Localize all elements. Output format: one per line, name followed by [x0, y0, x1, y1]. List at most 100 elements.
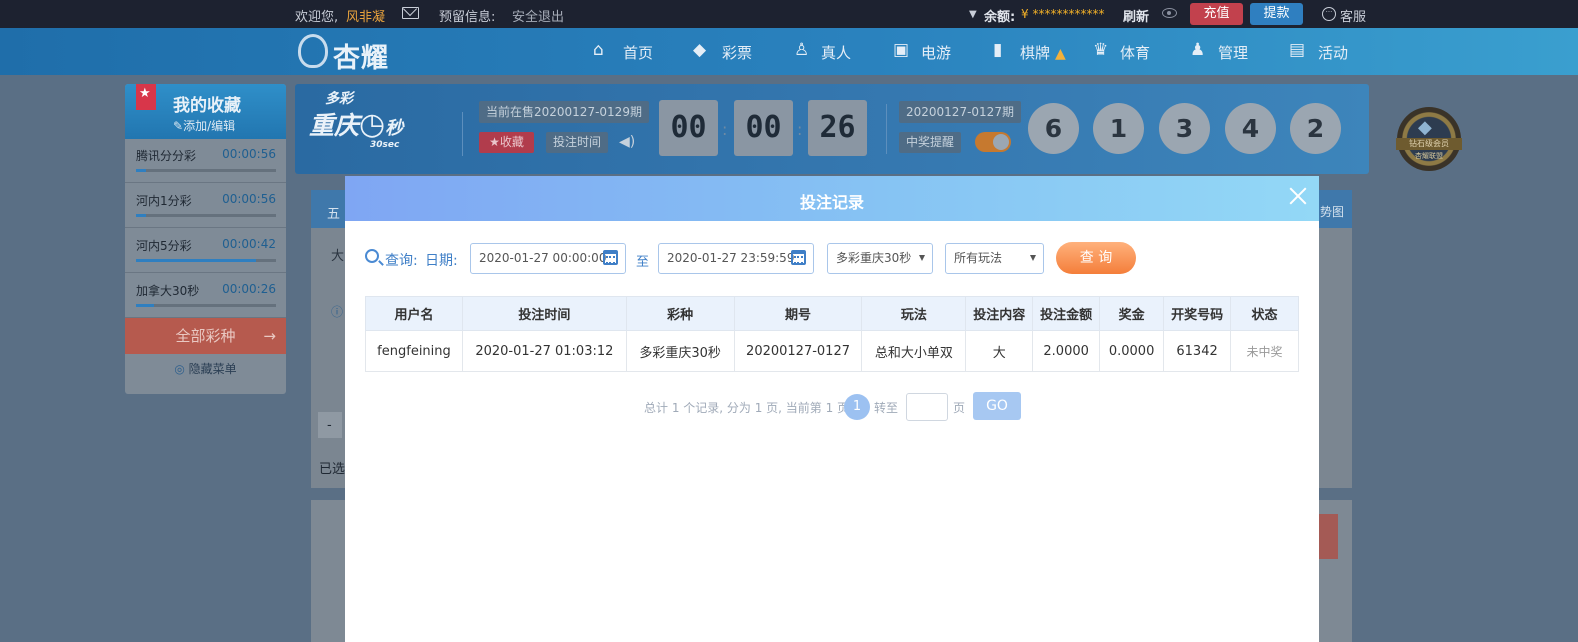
lottery-type-select[interactable]: 多彩重庆30秒: [827, 243, 933, 274]
recharge-button[interactable]: 充值: [1190, 3, 1243, 25]
chevron-down-icon[interactable]: ▼: [969, 9, 977, 20]
nav-item-sports[interactable]: 体育: [1120, 42, 1150, 63]
search-icon: [365, 249, 379, 263]
mail-icon[interactable]: [402, 7, 419, 19]
modal-title: 投注记录: [799, 193, 864, 212]
vip-badge[interactable]: ◆ 钻石级会员 杏耀联盟: [1392, 107, 1466, 175]
result-ball: 4: [1225, 103, 1276, 154]
calendar-icon[interactable]: [603, 250, 618, 265]
speaker-icon[interactable]: ◀): [619, 134, 635, 150]
nav-item-live[interactable]: 真人: [821, 42, 851, 63]
favorite-item[interactable]: 腾讯分分彩 00:00:56: [125, 139, 286, 183]
star-icon: ★: [489, 135, 500, 149]
gift-icon: ▤: [1289, 40, 1306, 60]
withdraw-button[interactable]: 提款: [1250, 3, 1303, 25]
favorite-item-progress: [136, 169, 276, 172]
selected-label: 已选: [319, 462, 346, 477]
table-header-row: 用户名 投注时间 彩种 期号 玩法 投注内容 投注金额 奖金 开奖号码 状态: [365, 296, 1299, 331]
favorite-item[interactable]: 加拿大30秒 00:00:26: [125, 274, 286, 318]
favorites-edit-link[interactable]: ✎添加/编辑: [173, 117, 235, 134]
current-issue: 当前在售20200127-0129期: [479, 101, 649, 123]
favorite-item-time: 00:00:42: [222, 237, 276, 251]
home-icon: ⌂: [593, 40, 604, 60]
lottery-type-value: 多彩重庆30秒: [836, 251, 912, 265]
chat-icon[interactable]: ···: [1322, 7, 1336, 21]
hide-menu-button[interactable]: ◎ 隐藏菜单: [125, 360, 286, 377]
eye-slash-icon: ◎: [174, 362, 185, 376]
collect-button[interactable]: ★收藏: [479, 132, 534, 153]
go-button[interactable]: GO: [973, 392, 1021, 420]
win-remind-label: 中奖提醒: [899, 132, 961, 153]
caret-down-icon: [919, 255, 925, 261]
vip-badge-subtitle: 杏耀联盟: [1415, 152, 1443, 160]
divider: [886, 104, 887, 154]
last-issue: 20200127-0127期: [899, 101, 1021, 123]
lottery-logo-sub: 多彩: [325, 91, 353, 107]
lottery-icon: ◆: [693, 40, 707, 60]
balance-value: ¥ ************: [1021, 7, 1105, 21]
nav-item-manage[interactable]: 管理: [1218, 42, 1248, 63]
page-number-current[interactable]: 1: [844, 394, 870, 420]
favorite-item[interactable]: 河内5分彩 00:00:42: [125, 229, 286, 273]
close-icon[interactable]: [1287, 185, 1309, 207]
lottery-header: 多彩 重庆◷秒 30sec 当前在售20200127-0129期 ★收藏 投注时…: [295, 84, 1369, 174]
lottery-logo-sec: 30sec: [370, 140, 400, 150]
colon-separator: :: [722, 120, 728, 139]
bet-time-button[interactable]: 投注时间: [546, 132, 608, 153]
query-button[interactable]: 查 询: [1056, 242, 1136, 274]
username-link[interactable]: 风非凝: [346, 6, 385, 25]
all-lotteries-button[interactable]: 全部彩种 →: [125, 318, 286, 354]
nav-item-slots[interactable]: 电游: [921, 42, 951, 63]
live-dealer-icon: ♙: [794, 40, 810, 60]
trend-chart-link[interactable]: 势图: [1320, 203, 1344, 220]
column-header: 玩法: [861, 296, 967, 331]
result-ball: 2: [1290, 103, 1341, 154]
date-label: 日期:: [425, 253, 458, 269]
column-header: 状态: [1230, 296, 1299, 331]
cell-lottery: 多彩重庆30秒: [625, 330, 735, 372]
eye-icon[interactable]: [1162, 8, 1177, 18]
site-logo[interactable]: 杏耀: [333, 36, 389, 75]
nav-item-cards[interactable]: 棋牌: [1020, 42, 1050, 63]
column-header: 奖金: [1099, 296, 1165, 331]
balance-label: 余额:: [984, 10, 1016, 25]
favorite-item-time: 00:00:56: [222, 192, 276, 206]
customer-service-link[interactable]: 客服: [1340, 6, 1366, 25]
logo-icon[interactable]: [298, 34, 328, 68]
favorite-item[interactable]: 河内1分彩 00:00:56: [125, 184, 286, 228]
favorite-item-name: 河内1分彩: [136, 194, 192, 208]
cell-bet-content: 大: [965, 330, 1034, 372]
cell-bet-amount: 2.0000: [1032, 330, 1101, 372]
cards-icon: ▮: [993, 40, 1003, 60]
caret-down-icon: [1030, 255, 1036, 261]
nav-item-lottery[interactable]: 彩票: [722, 42, 752, 63]
logout-link[interactable]: 安全退出: [512, 6, 564, 25]
refresh-link[interactable]: 刷新: [1123, 6, 1149, 25]
favorite-item-time: 00:00:56: [222, 147, 276, 161]
submit-bet-button[interactable]: [1318, 514, 1338, 559]
column-header: 彩种: [625, 296, 735, 331]
table-row[interactable]: fengfeining 2020-01-27 01:03:12 多彩重庆30秒 …: [365, 330, 1299, 372]
favorites-edit-label: 添加/编辑: [183, 119, 236, 133]
pencil-icon: ✎: [173, 119, 184, 133]
reserved-info-label: 预留信息:: [439, 10, 496, 25]
play-type-select[interactable]: 所有玩法: [945, 243, 1044, 274]
play-tab[interactable]: 五: [327, 203, 340, 222]
vip-badge-title: 钻石级会员: [1396, 138, 1462, 150]
play-option[interactable]: 大: [331, 245, 344, 264]
column-header: 投注时间: [461, 296, 627, 331]
nav-item-activity[interactable]: 活动: [1318, 42, 1348, 63]
modal-header: 投注记录: [345, 176, 1319, 221]
cell-bet-time: 2020-01-27 01:03:12: [461, 330, 627, 372]
calendar-icon[interactable]: [791, 250, 806, 265]
countdown-hours: 00: [659, 100, 718, 156]
page-jump-input[interactable]: [906, 393, 948, 421]
favorite-item-progress: [136, 304, 276, 307]
cell-username: fengfeining: [365, 330, 463, 372]
column-header: 期号: [733, 296, 863, 331]
all-lotteries-label: 全部彩种: [175, 327, 236, 345]
win-remind-toggle[interactable]: [975, 132, 1011, 152]
countdown-seconds: 26: [808, 100, 867, 156]
nav-item-home[interactable]: 首页: [623, 42, 653, 63]
clock-icon: ◷: [359, 107, 386, 142]
